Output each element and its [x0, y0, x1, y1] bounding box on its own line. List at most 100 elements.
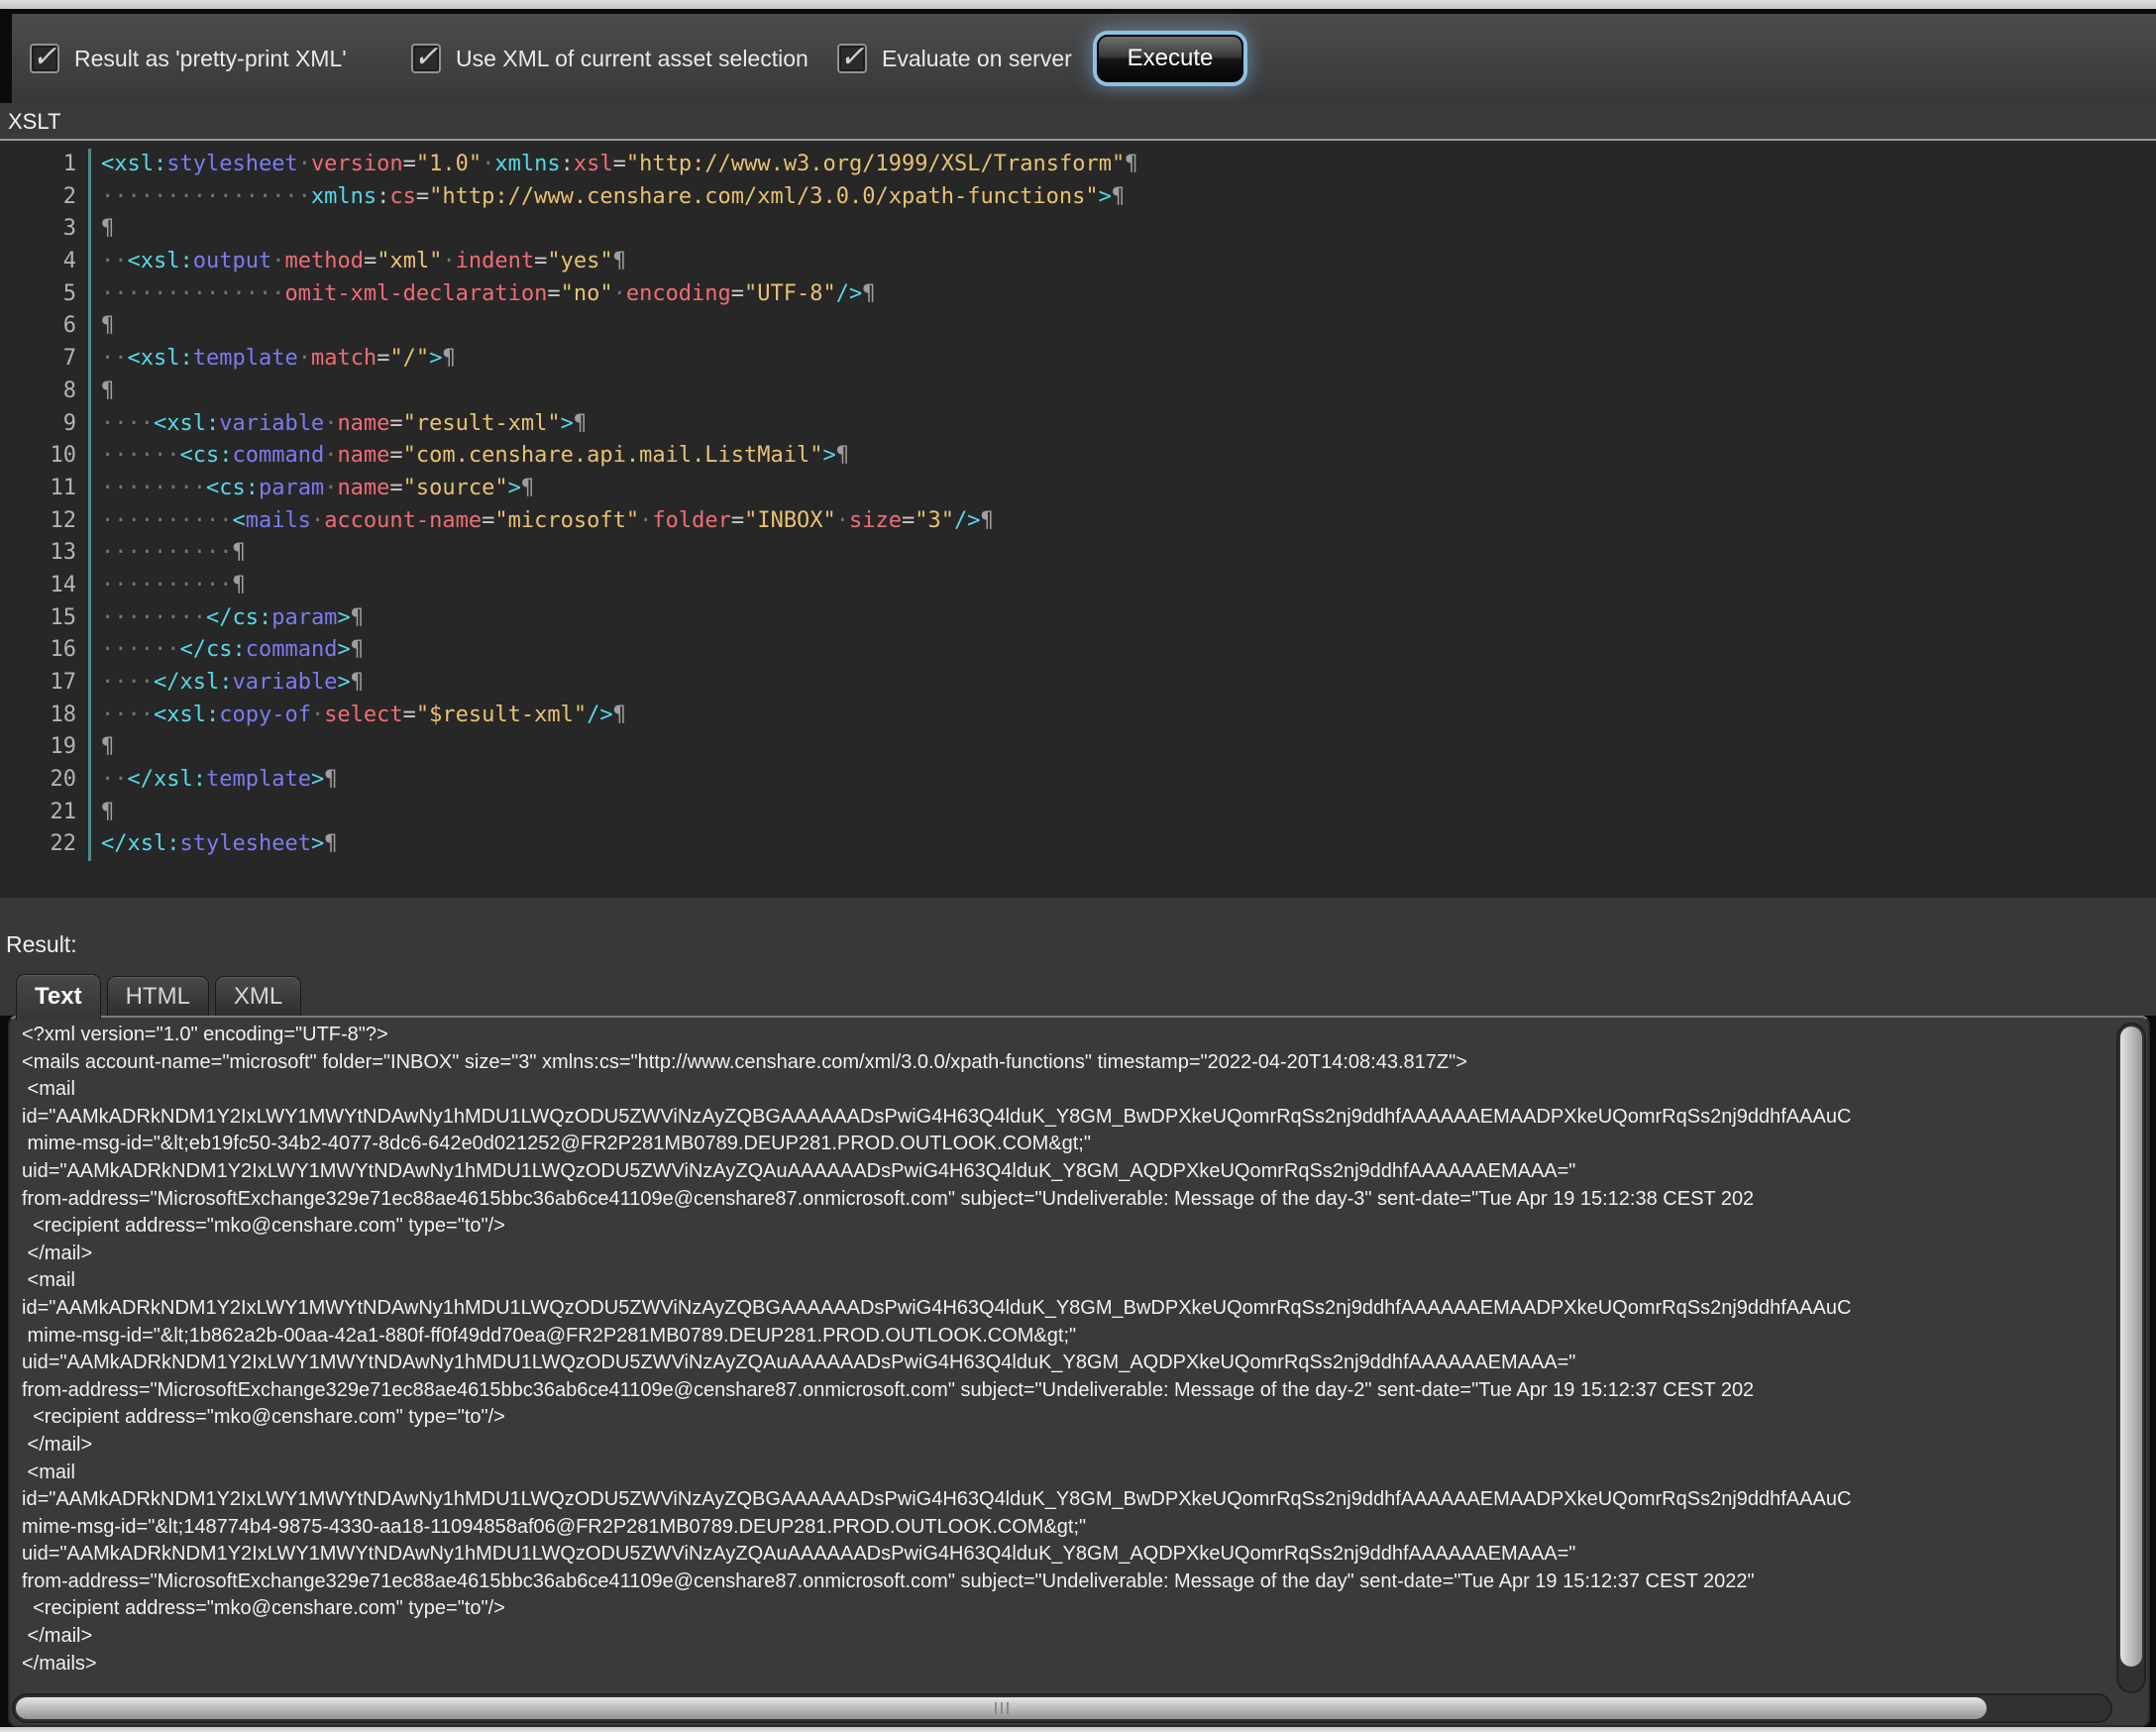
- line-number: 3: [0, 213, 91, 246]
- result-line: mime-msg-id="&lt;1b862a2b-00aa-42a1-880f…: [22, 1323, 2110, 1351]
- result-label: Result:: [6, 931, 77, 958]
- line-number: 10: [0, 440, 91, 473]
- code-line-content: ¶: [101, 213, 114, 246]
- line-number: 8: [0, 376, 91, 408]
- code-line-content: ¶: [101, 797, 114, 829]
- horizontal-scrollbar[interactable]: [12, 1693, 2112, 1723]
- tab-xml[interactable]: XML: [215, 976, 301, 1016]
- line-number: 18: [0, 700, 91, 732]
- line-number: 1: [0, 149, 91, 181]
- result-tabs: TextHTMLXML: [16, 974, 301, 1016]
- line-number: 7: [0, 343, 91, 376]
- code-line-content: <xsl:stylesheet·version="1.0"·xmlns:xsl=…: [101, 149, 1137, 181]
- line-number: 13: [0, 537, 91, 570]
- result-line: <recipient address="mko@censhare.com" ty…: [22, 1213, 2110, 1241]
- checkbox-result-as-pretty-print-xml[interactable]: ✓Result as 'pretty-print XML': [30, 44, 347, 73]
- result-panel: <?xml version="1.0" encoding="UTF-8"?><m…: [8, 1016, 2150, 1727]
- line-number: 2: [0, 181, 91, 214]
- code-line: 15········</cs:param>¶: [0, 602, 2156, 635]
- vertical-scrollbar-thumb[interactable]: [2120, 1027, 2142, 1667]
- checkbox-label: Use XML of current asset selection: [456, 46, 808, 72]
- execute-button[interactable]: Execute: [1097, 35, 1243, 82]
- line-number: 14: [0, 570, 91, 602]
- horizontal-scrollbar-thumb[interactable]: [16, 1697, 1987, 1719]
- line-number: 12: [0, 505, 91, 538]
- line-number: 11: [0, 473, 91, 505]
- result-line: </mail>: [22, 1623, 2110, 1651]
- result-line: from-address="MicrosoftExchange329e71ec8…: [22, 1377, 2110, 1405]
- tab-html[interactable]: HTML: [107, 976, 209, 1016]
- result-line: id="AAMkADRkNDM1Y2IxLWY1MWYtNDAwNy1hMDU1…: [22, 1295, 2110, 1323]
- result-line: <mails account-name="microsoft" folder="…: [22, 1049, 2110, 1077]
- result-line: from-address="MicrosoftExchange329e71ec8…: [22, 1569, 2110, 1596]
- editor-label: XSLT: [0, 109, 60, 134]
- code-line-content: </xsl:stylesheet>¶: [101, 828, 337, 861]
- result-line: <mail: [22, 1076, 2110, 1104]
- result-line: </mail>: [22, 1432, 2110, 1460]
- code-line: 20··</xsl:template>¶: [0, 764, 2156, 797]
- checkbox-evaluate-on-server[interactable]: ✓ Evaluate on server: [837, 44, 1072, 73]
- tab-text[interactable]: Text: [16, 974, 101, 1020]
- result-line: from-address="MicrosoftExchange329e71ec8…: [22, 1186, 2110, 1214]
- line-number: 16: [0, 634, 91, 667]
- vertical-scrollbar[interactable]: [2116, 1023, 2146, 1693]
- code-line-content: ····<xsl:copy-of·select="$result-xml"/>¶: [101, 700, 626, 732]
- code-line: 7 ··<xsl:template·match="/">¶: [0, 343, 2156, 376]
- result-line: <recipient address="mko@censhare.com" ty…: [22, 1404, 2110, 1432]
- code-line: 11 ········<cs:param·name="source">¶: [0, 473, 2156, 505]
- line-number: 21: [0, 797, 91, 829]
- code-line: 10 ······<cs:command·name="com.censhare.a…: [0, 440, 2156, 473]
- code-line: 6¶: [0, 310, 2156, 343]
- code-line-content: ¶: [101, 376, 114, 408]
- code-line: 1 <xsl:stylesheet·version="1.0"·xmlns:xsl…: [0, 149, 2156, 181]
- result-line: uid="AAMkADRkNDM1Y2IxLWY1MWYtNDAwNy1hMDU…: [22, 1350, 2110, 1377]
- checkmark-icon[interactable]: ✓: [411, 44, 441, 73]
- code-line-content: ····<xsl:variable·name="result-xml">¶: [101, 408, 587, 441]
- code-line-content: ······<cs:command·name="com.censhare.api…: [101, 440, 849, 473]
- result-line: <recipient address="mko@censhare.com" ty…: [22, 1595, 2110, 1623]
- code-line-content: ··········¶: [101, 537, 246, 570]
- line-number: 6: [0, 310, 91, 343]
- line-number: 15: [0, 602, 91, 635]
- code-line: 13 ··········¶: [0, 537, 2156, 570]
- code-line-content: ················xmlns:cs="http://www.cen…: [101, 181, 1125, 214]
- window-edge-bottom: [0, 1727, 2156, 1732]
- checkmark-icon[interactable]: ✓: [30, 44, 59, 73]
- line-number: 9: [0, 408, 91, 441]
- code-line: 19 ¶: [0, 731, 2156, 764]
- code-line-content: ········<cs:param·name="source">¶: [101, 473, 534, 505]
- checkmark-icon[interactable]: ✓: [837, 44, 867, 73]
- result-line: mime-msg-id="&lt;148774b4-9875-4330-aa18…: [22, 1514, 2110, 1542]
- checkbox-use-xml-of-current-asset-selection[interactable]: ✓ Use XML of current asset selection: [411, 44, 808, 73]
- result-line: id="AAMkADRkNDM1Y2IxLWY1MWYtNDAwNy1hMDU1…: [22, 1486, 2110, 1514]
- result-line: <mail: [22, 1267, 2110, 1295]
- code-line: 17 ····</xsl:variable>¶: [0, 667, 2156, 700]
- result-line: uid="AAMkADRkNDM1Y2IxLWY1MWYtNDAwNy1hMDU…: [22, 1541, 2110, 1569]
- code-line: 21 ¶: [0, 797, 2156, 829]
- code-line-content: ¶: [101, 310, 114, 343]
- code-line: 5··············omit-xml-declaration="no"…: [0, 278, 2156, 311]
- editor-header: XSLT: [0, 103, 2156, 139]
- toolbar-panel: ✓Result as 'pretty-print XML'✓Use XML of…: [12, 14, 2156, 103]
- result-line: <?xml version="1.0" encoding="UTF-8"?>: [22, 1022, 2110, 1049]
- line-number: 17: [0, 667, 91, 700]
- xslt-code-editor[interactable]: 1 <xsl:stylesheet·version="1.0"·xmlns:xsl…: [0, 139, 2156, 898]
- scrollbar-grip-icon: [995, 1702, 1009, 1714]
- result-header: Result: TextHTMLXML: [0, 898, 2156, 1016]
- code-line: 4··<xsl:output·method="xml"·indent="yes"…: [0, 246, 2156, 278]
- toolbar: ✓Result as 'pretty-print XML'✓Use XML of…: [0, 9, 2156, 103]
- line-number: 20: [0, 764, 91, 797]
- code-line-content: ······</cs:command>¶: [101, 634, 364, 667]
- code-line-content: ¶: [101, 731, 114, 764]
- code-line-content: ··<xsl:template·match="/">¶: [101, 343, 456, 376]
- code-line-content: ··<xsl:output·method="xml"·indent="yes"¶: [101, 246, 626, 278]
- code-line: 18 ····<xsl:copy-of·select="$result-xml"/…: [0, 700, 2156, 732]
- result-line: id="AAMkADRkNDM1Y2IxLWY1MWYtNDAwNy1hMDU1…: [22, 1104, 2110, 1132]
- result-output[interactable]: <?xml version="1.0" encoding="UTF-8"?><m…: [22, 1022, 2110, 1687]
- line-number: 5: [0, 278, 91, 311]
- checkbox-label: Evaluate on server: [882, 46, 1072, 72]
- code-line-content: ····</xsl:variable>¶: [101, 667, 364, 700]
- line-number: 19: [0, 731, 91, 764]
- window-edge-top: [0, 0, 2156, 9]
- result-line: mime-msg-id="&lt;eb19fc50-34b2-4077-8dc6…: [22, 1131, 2110, 1158]
